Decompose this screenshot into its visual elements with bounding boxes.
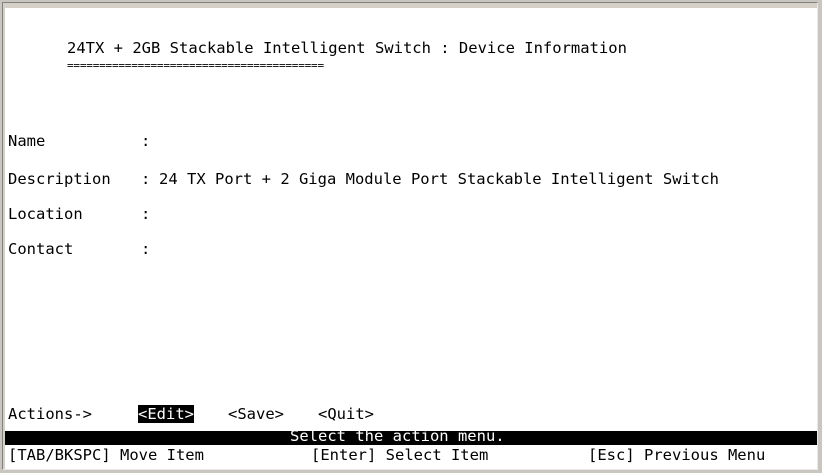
field-separator-name: :	[141, 132, 151, 150]
field-separator-description: :	[141, 170, 151, 188]
field-separator-location: :	[141, 205, 151, 223]
terminal-screen: 24TX + 2GB Stackable Intelligent Switch …	[5, 8, 817, 469]
save-button[interactable]: <Save>	[228, 405, 284, 423]
help-select-item: [Enter] Select Item	[311, 446, 489, 464]
help-move-item: [TAB/BKSPC] Move Item	[8, 446, 204, 464]
field-label-contact: Contact	[8, 240, 74, 258]
edit-button[interactable]: <Edit>	[138, 405, 194, 423]
name-field[interactable]	[159, 132, 459, 150]
field-label-name: Name	[8, 132, 46, 150]
quit-button[interactable]: <Quit>	[318, 405, 374, 423]
field-label-description: Description	[8, 170, 111, 188]
contact-field[interactable]	[159, 240, 459, 258]
location-field[interactable]	[159, 205, 459, 223]
status-message: Select the action menu.	[290, 427, 505, 445]
title-underline: ========================================	[67, 59, 324, 72]
description-field[interactable]: 24 TX Port + 2 Giga Module Port Stackabl…	[159, 170, 719, 188]
page-title: 24TX + 2GB Stackable Intelligent Switch …	[67, 39, 627, 57]
actions-label: Actions->	[8, 405, 92, 423]
help-previous-menu: [Esc] Previous Menu	[588, 446, 766, 464]
field-label-location: Location	[8, 205, 83, 223]
field-separator-contact: :	[141, 240, 151, 258]
